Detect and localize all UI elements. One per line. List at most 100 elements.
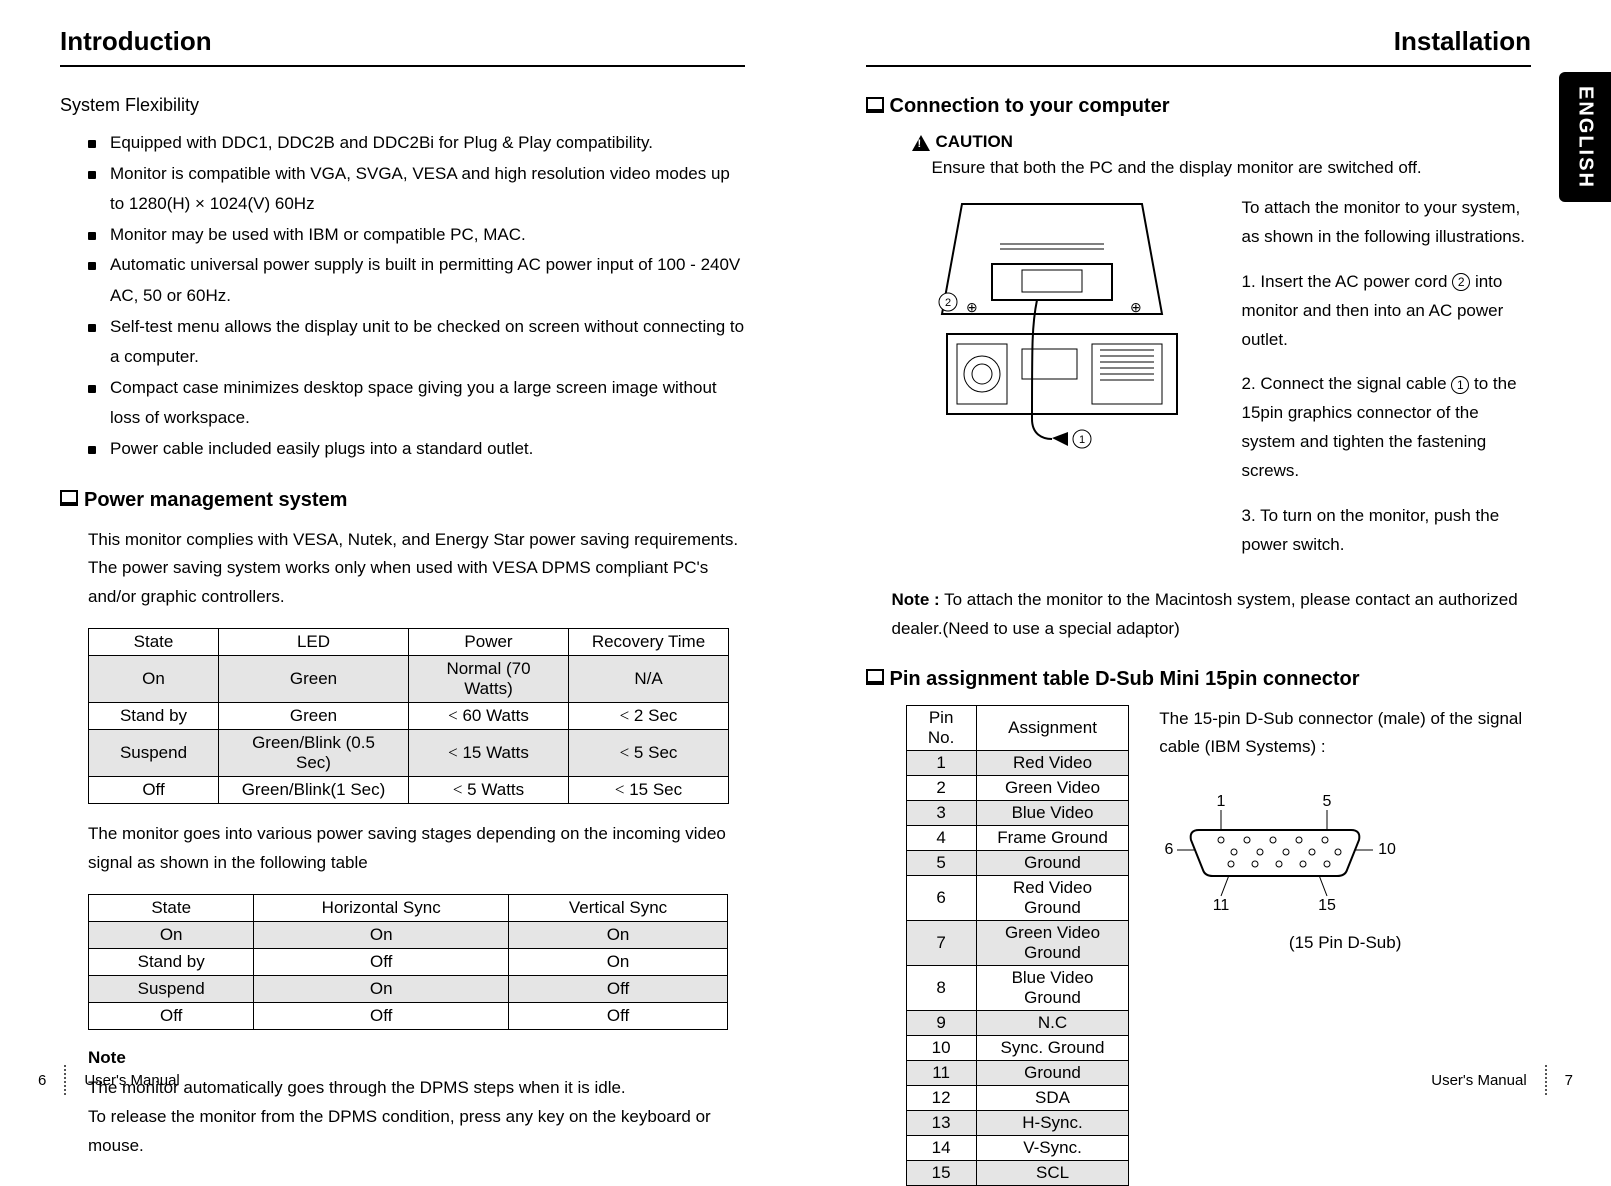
- power-mgmt-intro: This monitor complies with VESA, Nutek, …: [88, 526, 745, 613]
- page-number: 6: [38, 1072, 46, 1089]
- dsub-footer: (15 Pin D-Sub): [1159, 933, 1531, 953]
- table-header: Vertical Sync: [509, 894, 728, 921]
- table-cell: < 2 Sec: [569, 703, 729, 730]
- dsub-caption: The 15-pin D-Sub connector (male) of the…: [1159, 705, 1531, 763]
- table-cell: SDA: [976, 1085, 1129, 1110]
- table-cell: 9: [906, 1010, 976, 1035]
- list-item: Self-test menu allows the display unit t…: [88, 312, 745, 373]
- dsub-pin-15: 15: [1318, 897, 1336, 914]
- table-cell: Ground: [976, 850, 1129, 875]
- dsub-side: The 15-pin D-Sub connector (male) of the…: [1159, 705, 1531, 954]
- table-cell: 3: [906, 800, 976, 825]
- table-cell: < 15 Sec: [569, 777, 729, 804]
- table-cell: On: [509, 921, 728, 948]
- table-cell: N.C: [976, 1010, 1129, 1035]
- table-cell: Green Video: [976, 775, 1129, 800]
- table-cell: Off: [254, 948, 509, 975]
- list-item: Monitor is compatible with VGA, SVGA, VE…: [88, 159, 745, 220]
- connection-block: ⊕ ⊕ 2: [892, 194, 1532, 576]
- list-item: Automatic universal power supply is buil…: [88, 250, 745, 311]
- list-item: Compact case minimizes desktop space giv…: [88, 373, 745, 434]
- svg-text:2: 2: [944, 297, 950, 309]
- dotted-divider: [64, 1065, 66, 1095]
- dsub-pin-5: 5: [1323, 793, 1332, 810]
- table-cell: Off: [254, 1002, 509, 1029]
- flexibility-list: Equipped with DDC1, DDC2B and DDC2Bi for…: [60, 128, 745, 465]
- step-2: 2. Connect the signal cable 1 to the 15p…: [1242, 370, 1532, 486]
- table-cell: 14: [906, 1135, 976, 1160]
- page-title-right: Installation: [866, 26, 1532, 67]
- table-cell: < 5 Sec: [569, 730, 729, 777]
- table-cell: Green/Blink(1 Sec): [219, 777, 409, 804]
- table-cell: 13: [906, 1110, 976, 1135]
- table-header: State: [89, 894, 254, 921]
- table-cell: 6: [906, 875, 976, 920]
- table-cell: On: [254, 975, 509, 1002]
- note-heading: Note: [88, 1048, 745, 1068]
- dsub-pin-1: 1: [1217, 793, 1226, 810]
- table-cell: Red Video Ground: [976, 875, 1129, 920]
- table-cell: 15: [906, 1160, 976, 1185]
- dsub-figure: 1 5 6 10 11 15: [1159, 792, 1531, 953]
- caution-text: Ensure that both the PC and the display …: [932, 158, 1532, 178]
- table-cell: 1: [906, 750, 976, 775]
- table-cell: Green Video Ground: [976, 920, 1129, 965]
- caution-heading: CAUTION: [912, 132, 1532, 152]
- table-cell: 8: [906, 965, 976, 1010]
- table-cell: 2: [906, 775, 976, 800]
- table-cell: On: [89, 656, 219, 703]
- connection-intro: To attach the monitor to your system, as…: [1242, 194, 1532, 252]
- table-cell: Suspend: [89, 730, 219, 777]
- macintosh-note: Note : To attach the monitor to the Maci…: [892, 586, 1532, 644]
- page-number: 7: [1565, 1072, 1573, 1089]
- table-cell: Green: [219, 703, 409, 730]
- dsub-pin-6: 6: [1165, 841, 1174, 858]
- table-cell: Off: [89, 777, 219, 804]
- table-header: Power: [409, 629, 569, 656]
- table-cell: 10: [906, 1035, 976, 1060]
- step-1: 1. Insert the AC power cord 2 into monit…: [1242, 268, 1532, 355]
- table-cell: 12: [906, 1085, 976, 1110]
- table-cell: Sync. Ground: [976, 1035, 1129, 1060]
- table-cell: On: [89, 921, 254, 948]
- table-cell: N/A: [569, 656, 729, 703]
- dsub-pin-11: 11: [1213, 897, 1230, 914]
- svg-text:1: 1: [1078, 434, 1084, 446]
- table-cell: Off: [509, 1002, 728, 1029]
- table-cell: Green: [219, 656, 409, 703]
- right-page: Installation ENGLISH Connection to your …: [806, 0, 1611, 1117]
- pin-table: Pin No. Assignment 1Red Video 2Green Vid…: [906, 705, 1130, 1186]
- table-cell: Off: [89, 1002, 254, 1029]
- table-cell: < 5 Watts: [409, 777, 569, 804]
- table-cell: Red Video: [976, 750, 1129, 775]
- table-cell: Normal (70 Watts): [409, 656, 569, 703]
- table-cell: < 60 Watts: [409, 703, 569, 730]
- table-cell: 4: [906, 825, 976, 850]
- table-cell: 11: [906, 1060, 976, 1085]
- svg-text:⊕: ⊕: [966, 299, 978, 315]
- list-item: Power cable included easily plugs into a…: [88, 434, 745, 465]
- monitor-icon: [866, 669, 884, 685]
- table-cell: Blue Video: [976, 800, 1129, 825]
- dotted-divider: [1545, 1065, 1547, 1095]
- connection-heading: Connection to your computer: [866, 95, 1532, 118]
- sync-table: State Horizontal Sync Vertical Sync On O…: [88, 894, 728, 1030]
- step-3: 3. To turn on the monitor, push the powe…: [1242, 502, 1532, 560]
- note-body-1: The monitor automatically goes through t…: [88, 1074, 745, 1103]
- table-cell: SCL: [976, 1160, 1129, 1185]
- table-cell: 5: [906, 850, 976, 875]
- power-mgmt-mid: The monitor goes into various power savi…: [88, 820, 745, 878]
- table-cell: Off: [509, 975, 728, 1002]
- power-mgmt-heading: Power management system: [60, 489, 745, 512]
- footer-label: User's Manual: [84, 1072, 179, 1089]
- table-cell: V-Sync.: [976, 1135, 1129, 1160]
- note-body-2: To release the monitor from the DPMS con…: [88, 1103, 745, 1161]
- circled-1-icon: 1: [1451, 376, 1469, 394]
- table-cell: < 15 Watts: [409, 730, 569, 777]
- pin-block: Pin No. Assignment 1Red Video 2Green Vid…: [906, 705, 1532, 1186]
- page-title-left: Introduction: [60, 26, 745, 67]
- table-header: Recovery Time: [569, 629, 729, 656]
- table-cell: Stand by: [89, 703, 219, 730]
- table-header: Horizontal Sync: [254, 894, 509, 921]
- connection-steps: To attach the monitor to your system, as…: [1242, 194, 1532, 576]
